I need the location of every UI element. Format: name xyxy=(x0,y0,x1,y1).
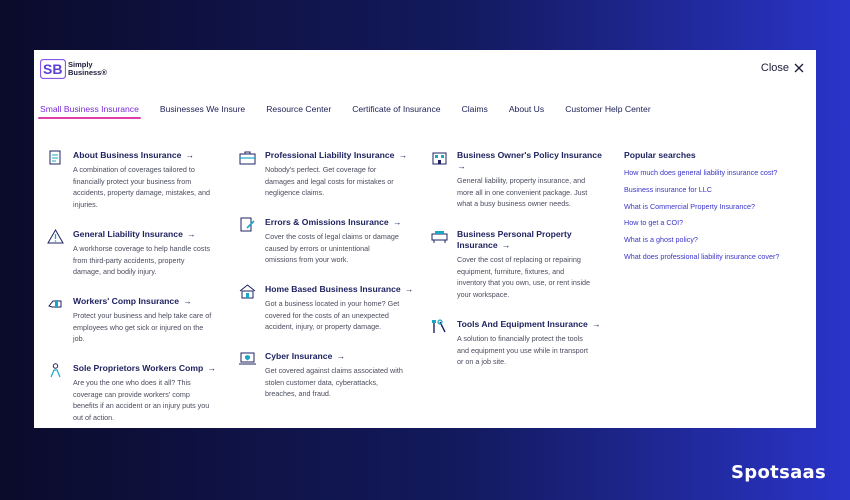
popular-searches-heading: Popular searches xyxy=(624,150,696,160)
popular-link[interactable]: How to get a COI? xyxy=(624,218,814,227)
person-icon xyxy=(50,363,61,378)
menu-item-home-based-business-insurance[interactable]: Home Based Business Insurance → Got a bus… xyxy=(239,284,429,351)
spotsaas-watermark: Spotsaas xyxy=(731,462,826,483)
nav-small-business-insurance[interactable]: Small Business Insurance xyxy=(38,104,141,119)
warning-triangle-icon xyxy=(47,229,64,244)
laptop-shield-icon xyxy=(239,352,256,365)
menu-item-errors-omissions-insurance[interactable]: Errors & Omissions Insurance → Cover the … xyxy=(239,217,429,284)
nav-businesses-we-insure[interactable]: Businesses We Insure xyxy=(160,104,245,114)
menu-item-tools-and-equipment-insurance[interactable]: Tools And Equipment Insurance → A solutio… xyxy=(431,319,621,368)
menu-column-1: About Business Insurance → A combination … xyxy=(47,150,237,423)
close-button[interactable]: Close xyxy=(761,62,804,74)
menu-column-2: Professional Liability Insurance → Nobody… xyxy=(239,150,429,400)
menu-column-3: Business Owner's Policy Insurance → Gener… xyxy=(431,150,621,368)
main-nav: Small Business Insurance Businesses We I… xyxy=(38,104,672,119)
nav-certificate-of-insurance[interactable]: Certificate of Insurance xyxy=(352,104,440,114)
simply-business-logo-mark: SB xyxy=(40,59,66,79)
close-label: Close xyxy=(760,62,789,74)
nav-customer-help-center[interactable]: Customer Help Center xyxy=(565,104,651,114)
menu-item-professional-liability-insurance[interactable]: Professional Liability Insurance → Nobody… xyxy=(239,150,429,217)
menu-item-workers-comp-insurance[interactable]: Workers' Comp Insurance → Protect your bu… xyxy=(47,296,237,363)
tools-icon xyxy=(432,319,446,333)
logo[interactable]: SB Simply Business® xyxy=(40,59,107,79)
briefcase-icon xyxy=(239,151,256,165)
home-icon xyxy=(239,284,256,299)
nav-claims[interactable]: Claims xyxy=(462,104,488,114)
bandaged-hand-icon xyxy=(48,300,62,308)
popular-link[interactable]: How much does general liability insuranc… xyxy=(624,168,814,177)
menu-item-sole-proprietors-workers-comp[interactable]: Sole Proprietors Workers Comp → Are you t… xyxy=(47,363,237,423)
logo-text: Simply Business® xyxy=(68,60,107,77)
popular-searches: Popular searches How much does general l… xyxy=(624,150,814,269)
popular-link[interactable]: Business insurance for LLC xyxy=(624,185,814,194)
document-icon xyxy=(49,150,61,165)
menu-item-business-personal-property-insurance[interactable]: Business Personal Property Insurance → Cov… xyxy=(431,229,621,319)
furniture-icon xyxy=(431,231,448,243)
popular-link[interactable]: What is Commercial Property Insurance? xyxy=(624,202,814,211)
pencil-document-icon xyxy=(240,217,255,232)
menu-item-general-liability-insurance[interactable]: General Liability Insurance → A workhorse… xyxy=(47,229,237,296)
popular-link[interactable]: What is a ghost policy? xyxy=(624,235,814,244)
nav-about-us[interactable]: About Us xyxy=(509,104,544,114)
popular-link[interactable]: What does professional liability insuran… xyxy=(624,252,814,261)
nav-resource-center[interactable]: Resource Center xyxy=(266,104,331,114)
menu-item-cyber-insurance[interactable]: Cyber Insurance → Get covered against cla… xyxy=(239,351,429,400)
svg-text:SB: SB xyxy=(43,61,62,77)
menu-item-business-owners-policy-insurance[interactable]: Business Owner's Policy Insurance → Gener… xyxy=(431,150,621,229)
building-icon xyxy=(432,152,447,165)
close-icon xyxy=(794,63,804,73)
menu-item-about-business-insurance[interactable]: About Business Insurance → A combination … xyxy=(47,150,237,229)
menu-panel: SB Simply Business® Close Small Business… xyxy=(34,50,816,428)
